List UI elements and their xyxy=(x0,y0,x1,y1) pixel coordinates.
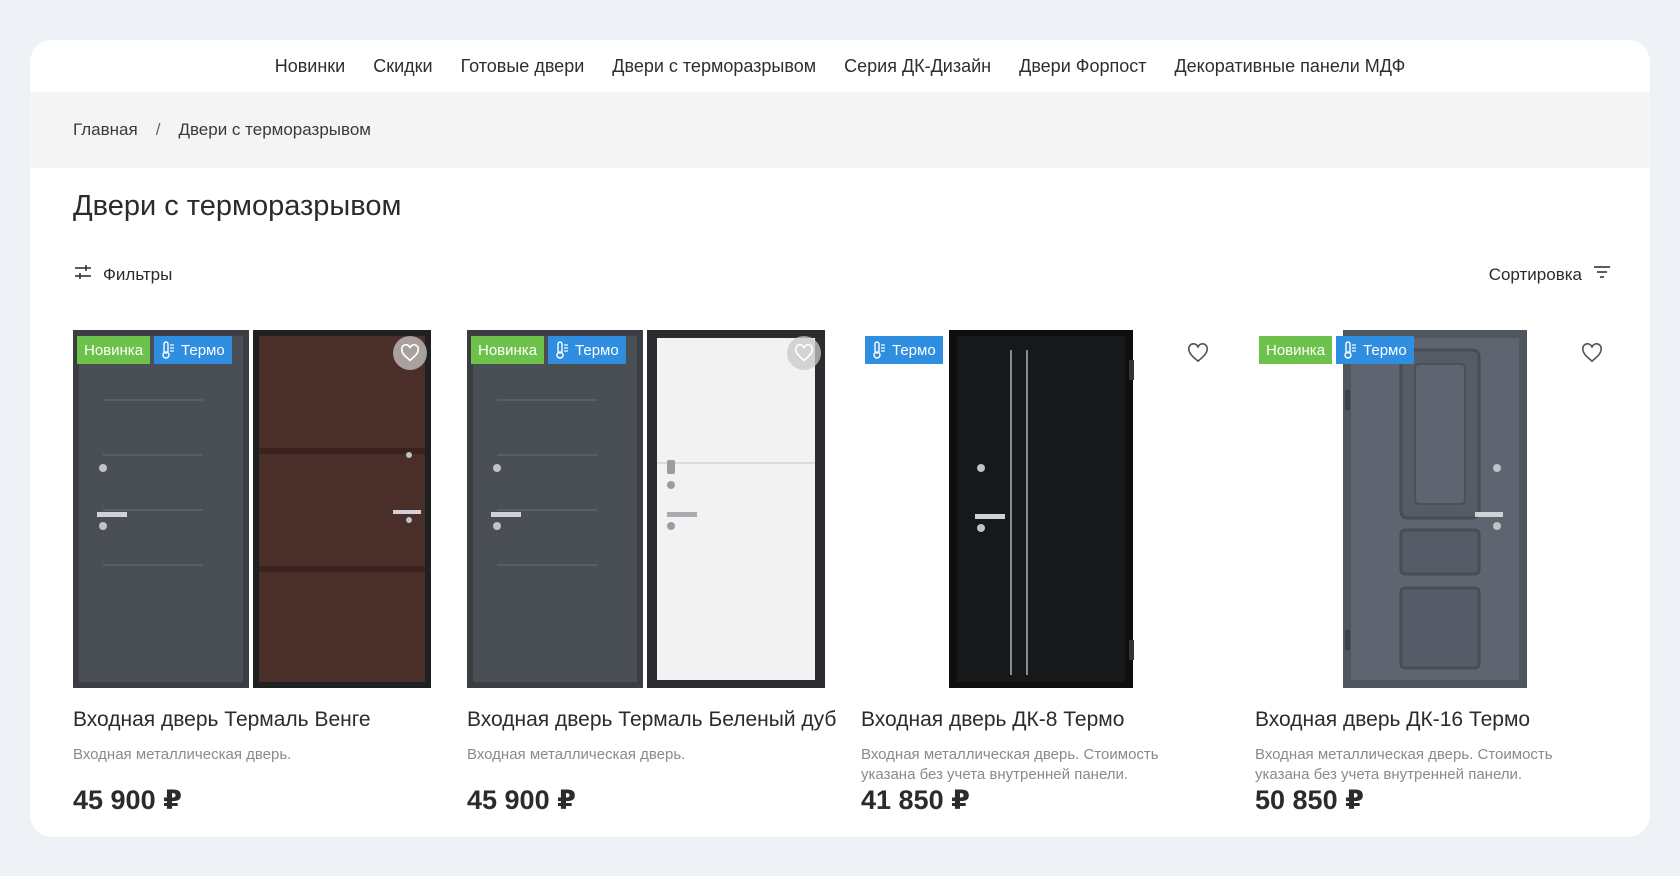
badge-thermo: Термо xyxy=(865,336,943,364)
sort-button[interactable]: Сортировка xyxy=(1489,264,1612,285)
nav-item-new[interactable]: Новинки xyxy=(275,56,346,77)
filter-sliders-icon xyxy=(73,264,93,285)
product-image[interactable]: Термо xyxy=(861,330,1219,688)
badge-thermo: Термо xyxy=(548,336,626,364)
thermometer-icon xyxy=(1344,341,1357,359)
nav-item-forpost-doors[interactable]: Двери Форпост xyxy=(1019,56,1146,77)
badge-thermo: Термо xyxy=(154,336,232,364)
filters-button[interactable]: Фильтры xyxy=(73,264,172,285)
main-card: Новинки Скидки Готовые двери Двери с тер… xyxy=(30,40,1650,837)
product-badges: Новинка Термо xyxy=(77,336,232,364)
door-pair-image xyxy=(73,330,431,688)
product-card[interactable]: Новинка Термо xyxy=(73,330,431,815)
sort-lines-icon xyxy=(1592,264,1612,285)
sort-label: Сортировка xyxy=(1488,264,1582,284)
badge-new: Новинка xyxy=(1259,336,1333,364)
door-image xyxy=(949,330,1134,688)
product-image[interactable]: Новинка Термо xyxy=(1255,330,1613,688)
nav-item-mdf-panels[interactable]: Декоративные панели МДФ xyxy=(1174,56,1405,77)
top-navigation: Новинки Скидки Готовые двери Двери с тер… xyxy=(30,40,1650,92)
product-name[interactable]: Входная дверь ДК-16 Термо xyxy=(1255,708,1530,732)
breadcrumb: Главная / Двери с терморазрывом xyxy=(30,92,1650,168)
badge-new: Новинка xyxy=(471,336,545,364)
thermometer-icon xyxy=(556,341,569,359)
nav-item-ready-doors[interactable]: Готовые двери xyxy=(461,56,585,77)
heart-icon xyxy=(1188,343,1208,363)
product-badges: Термо xyxy=(865,336,943,364)
product-badges: Новинка Термо xyxy=(471,336,626,364)
favorite-button[interactable] xyxy=(1181,336,1215,370)
badge-thermo-label: Термо xyxy=(575,341,619,359)
breadcrumb-separator: / xyxy=(155,120,161,139)
favorite-button[interactable] xyxy=(787,336,821,370)
product-description: Входная металлическая дверь. Стоимость у… xyxy=(861,746,1159,783)
thermometer-icon xyxy=(162,341,175,359)
product-grid: Новинка Термо Входная дверь Термаль Венг… xyxy=(73,330,1613,815)
favorite-button[interactable] xyxy=(1575,336,1609,370)
product-name[interactable]: Входная дверь Термаль Беленый дуб xyxy=(467,708,836,732)
badge-thermo-label: Термо xyxy=(181,341,225,359)
heart-icon xyxy=(1582,343,1602,363)
product-description: Входная металлическая дверь. xyxy=(467,746,686,763)
badge-thermo: Термо xyxy=(1336,336,1414,364)
product-image[interactable]: Новинка Термо xyxy=(467,330,825,688)
breadcrumb-home-link[interactable]: Главная xyxy=(73,120,138,140)
product-card[interactable]: Новинка Термо xyxy=(1255,330,1613,815)
door-pair-image xyxy=(467,330,825,688)
product-name[interactable]: Входная дверь ДК-8 Термо xyxy=(861,708,1124,732)
heart-icon xyxy=(794,344,814,362)
badge-thermo-label: Термо xyxy=(1363,341,1407,359)
product-card[interactable]: Термо Входная дверь ДК-8 Термо Входная м… xyxy=(861,330,1219,815)
badge-new: Новинка xyxy=(77,336,151,364)
heart-icon xyxy=(400,344,420,362)
nav-item-discounts[interactable]: Скидки xyxy=(373,56,432,77)
nav-item-dk-design-series[interactable]: Серия ДК-Дизайн xyxy=(844,56,991,77)
product-description: Входная металлическая дверь. xyxy=(73,746,292,763)
bottom-fade-overlay xyxy=(30,807,1650,837)
product-badges: Новинка Термо xyxy=(1259,336,1414,364)
product-card[interactable]: Новинка Термо xyxy=(467,330,836,815)
door-image xyxy=(1343,330,1527,688)
nav-item-thermal-break-doors[interactable]: Двери с терморазрывом xyxy=(612,56,816,77)
product-name[interactable]: Входная дверь Термаль Венге xyxy=(73,708,371,732)
page-title: Двери с терморазрывом xyxy=(73,190,402,222)
product-description: Входная металлическая дверь. Стоимость у… xyxy=(1255,746,1553,783)
favorite-button[interactable] xyxy=(393,336,427,370)
badge-thermo-label: Термо xyxy=(892,341,936,359)
product-image[interactable]: Новинка Термо xyxy=(73,330,431,688)
breadcrumb-current: Двери с терморазрывом xyxy=(178,120,371,139)
filters-label: Фильтры xyxy=(103,264,173,284)
thermometer-icon xyxy=(873,341,885,359)
